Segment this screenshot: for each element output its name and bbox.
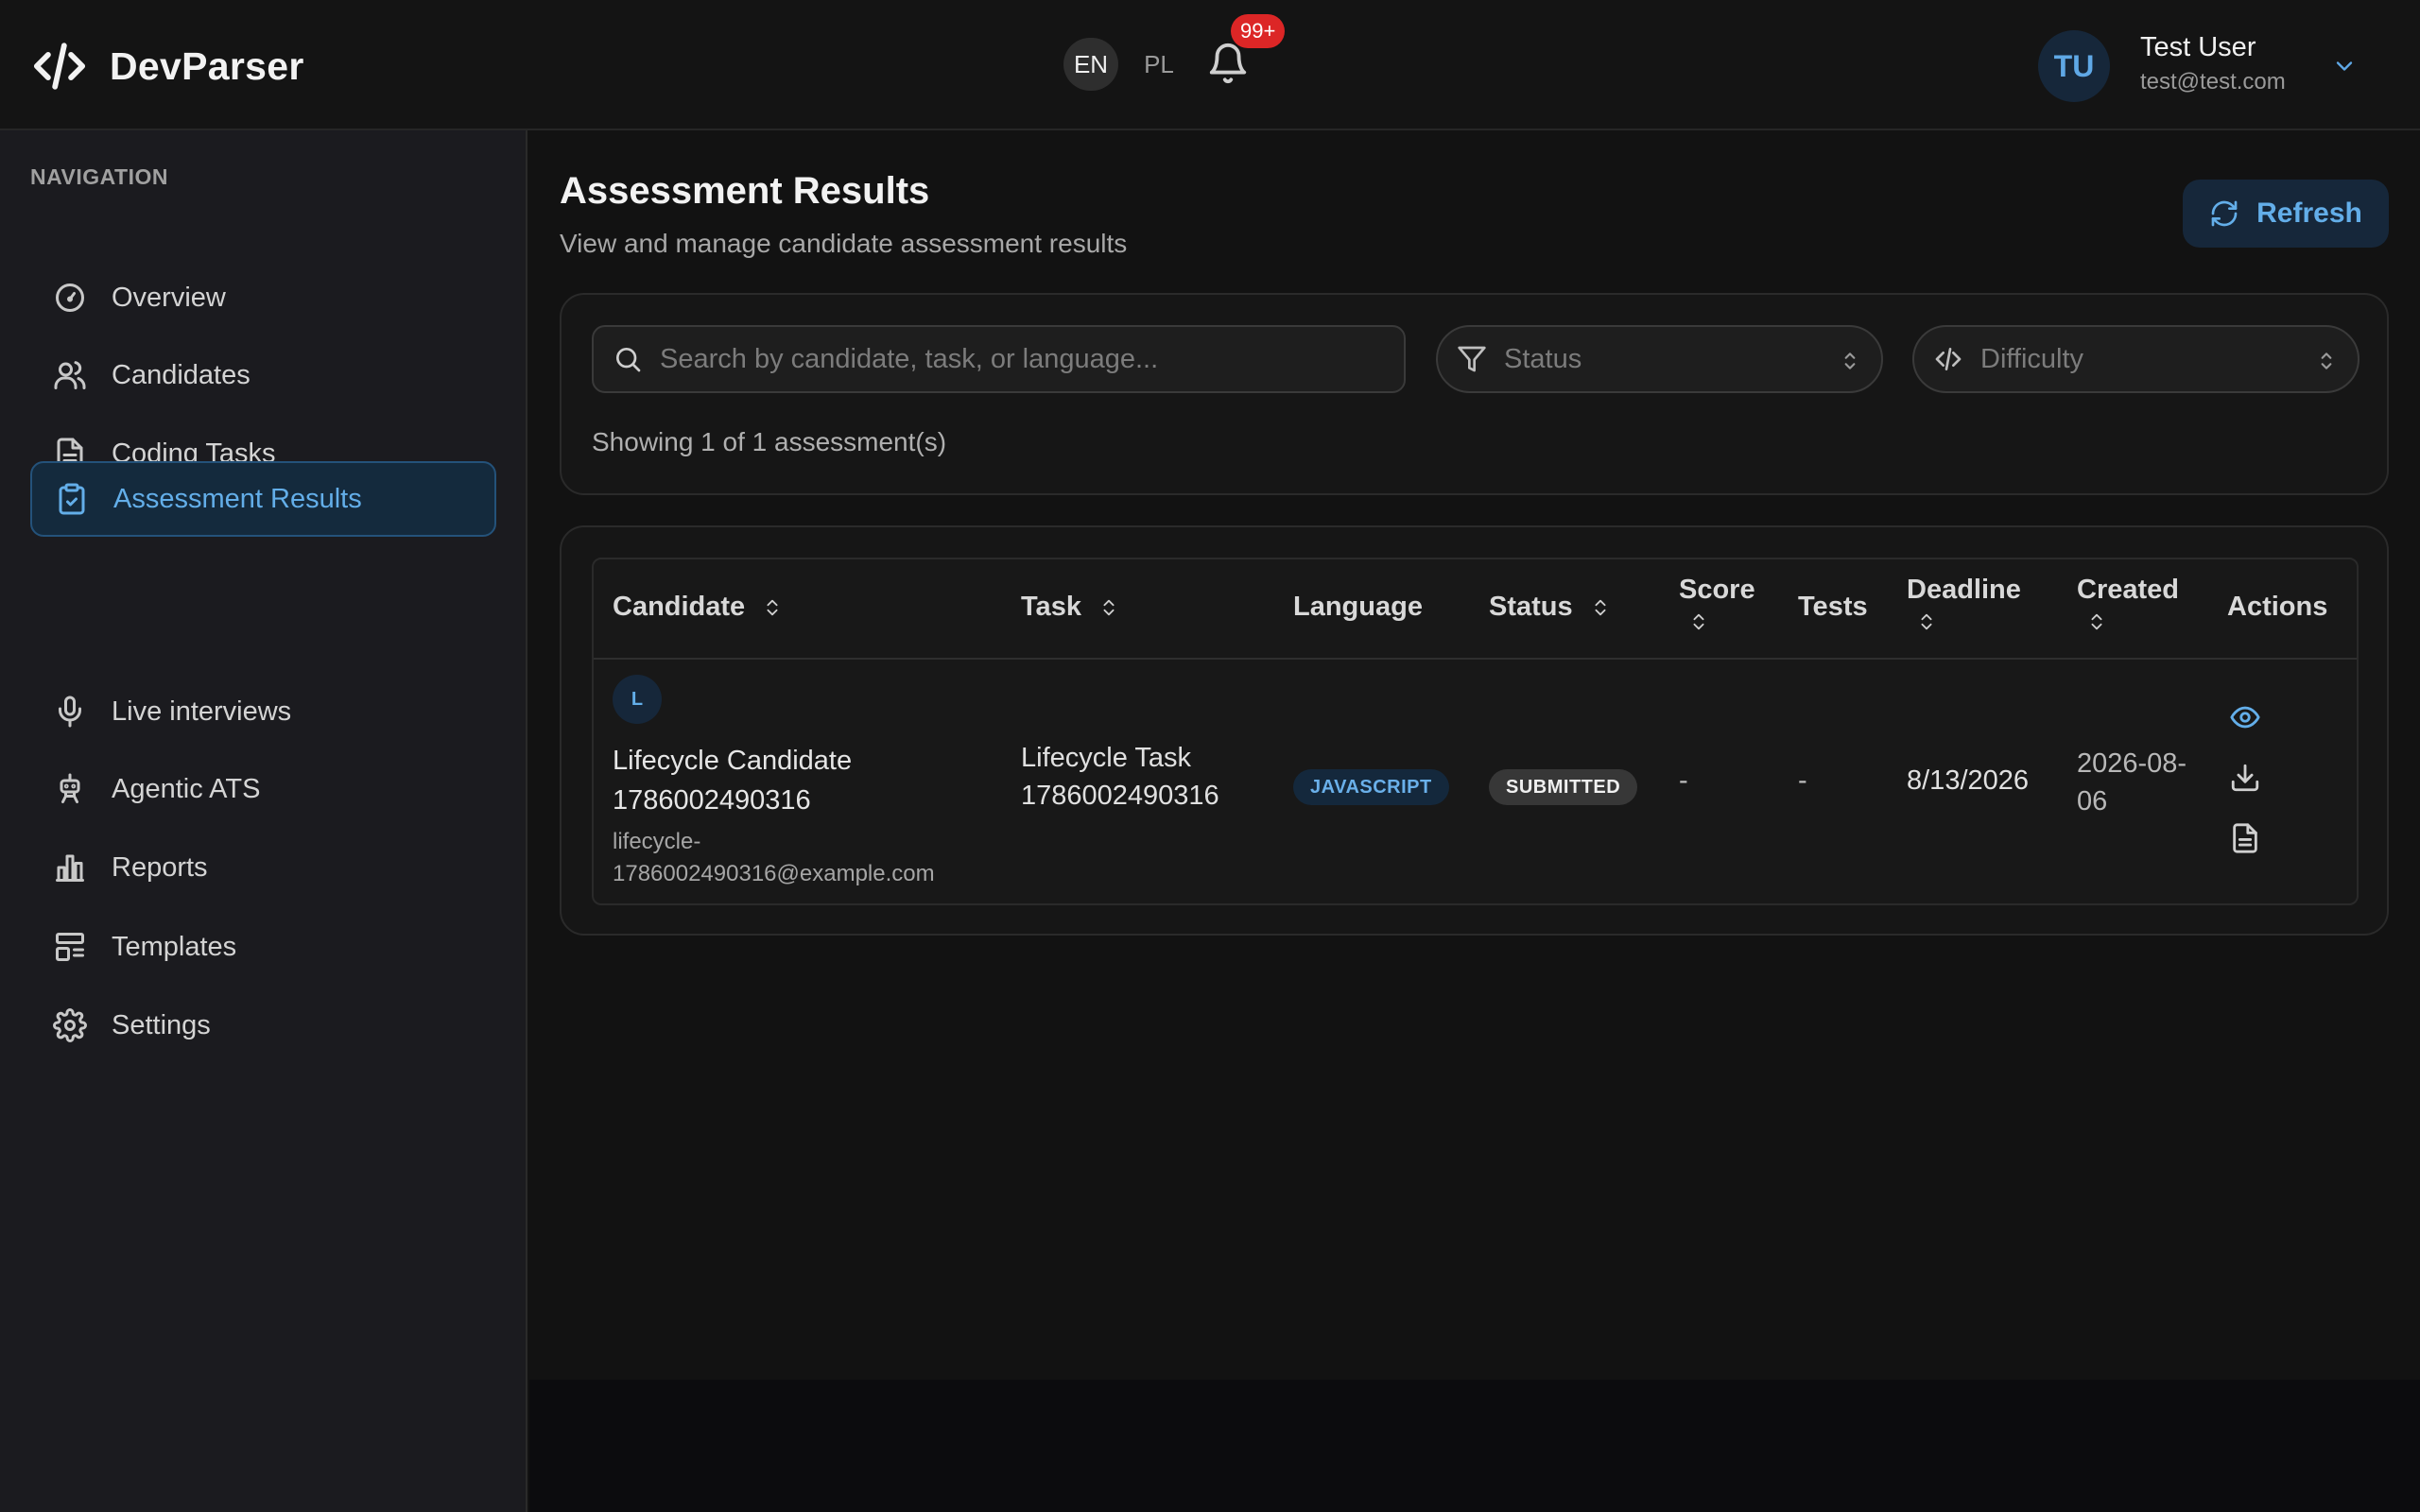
created-value: 2026-08-06 [2077, 748, 2187, 816]
sidebar: NAVIGATION Overview Candidates Coding Ta… [0, 130, 527, 1512]
footer-band [529, 1380, 2420, 1512]
language-en-button[interactable]: EN [1063, 38, 1118, 91]
tests-value: - [1798, 765, 1807, 796]
bar-chart-icon [56, 854, 84, 882]
column-deadline[interactable]: Deadline [1907, 575, 2021, 634]
column-label: Task [1021, 592, 1081, 622]
candidate-name: Lifecycle Candidate 1786002490316 [613, 746, 853, 816]
column-label: Candidate [613, 592, 746, 622]
sidebar-item-candidates[interactable]: Candidates [30, 337, 496, 413]
status-select-value: Status [1504, 343, 1582, 374]
column-label: Actions [2227, 592, 2328, 622]
table-row: L Lifecycle Candidate 1786002490316 life… [594, 660, 2357, 903]
candidate-email: lifecycle-1786002490316@example.com [613, 829, 935, 886]
task-name: Lifecycle Task 1786002490316 [1021, 743, 1219, 811]
column-created[interactable]: Created [2077, 575, 2179, 634]
difficulty-select-value: Difficulty [1980, 343, 2084, 374]
page-title: Assessment Results [560, 170, 930, 212]
column-task[interactable]: Task [1021, 592, 1119, 623]
brand[interactable]: DevParser [32, 39, 304, 94]
robot-icon [60, 773, 80, 803]
user-avatar[interactable]: TU [2038, 30, 2110, 102]
file-text-icon[interactable] [2229, 822, 2261, 854]
column-candidate[interactable]: Candidate [613, 592, 783, 623]
search-field[interactable] [592, 325, 1406, 393]
microphone-icon [59, 696, 81, 728]
column-label: Created [2077, 575, 2179, 605]
gear-icon [53, 1008, 87, 1042]
candidate-avatar: L [613, 675, 662, 724]
sort-icon [767, 599, 778, 615]
language-switcher: EN PL [1063, 38, 1186, 91]
deadline-value: 8/13/2026 [1907, 765, 2030, 796]
refresh-label: Refresh [2256, 198, 2362, 229]
chevron-down-icon[interactable] [2331, 53, 2358, 79]
sidebar-item-overview[interactable]: Overview [30, 260, 496, 335]
results-count: Showing 1 of 1 assessment(s) [592, 427, 947, 456]
nav-heading: NAVIGATION [30, 164, 168, 189]
clipboard-check-icon [59, 483, 85, 515]
sidebar-item-label: Settings [112, 1009, 211, 1040]
gauge-icon [56, 284, 84, 312]
sidebar-item-assessment-results[interactable]: Assessment Results [30, 461, 496, 537]
sort-icon [1595, 599, 1606, 615]
language-pl-button[interactable]: PL [1132, 38, 1186, 91]
sidebar-item-label: Candidates [112, 359, 251, 390]
chevrons-up-down-icon [2321, 352, 2332, 369]
score-value: - [1679, 765, 1688, 796]
column-label: Deadline [1907, 575, 2021, 605]
sidebar-item-label: Templates [112, 931, 237, 962]
filter-icon [1458, 346, 1486, 372]
chevrons-up-down-icon [1844, 352, 1856, 369]
column-tests: Tests [1798, 592, 1868, 623]
top-header: DevParser EN PL 99+ TU Test User test@te… [0, 0, 2420, 130]
eye-icon[interactable] [2229, 701, 2261, 733]
sidebar-item-label: Overview [112, 282, 226, 313]
search-input[interactable] [660, 343, 1397, 375]
column-actions: Actions [2227, 592, 2327, 623]
column-label: Language [1293, 592, 1423, 622]
sidebar-item-label: Live interviews [112, 696, 292, 727]
difficulty-select[interactable]: Difficulty [1912, 325, 2360, 393]
sidebar-item-label: Reports [112, 851, 208, 883]
language-badge: JAVASCRIPT [1293, 769, 1449, 805]
column-language: Language [1293, 592, 1423, 623]
column-status[interactable]: Status [1489, 592, 1611, 623]
user-name[interactable]: Test User [2140, 32, 2256, 63]
sidebar-item-templates[interactable]: Templates [30, 909, 496, 985]
sidebar-item-live-interviews[interactable]: Live interviews [30, 674, 496, 749]
page-subtitle: View and manage candidate assessment res… [560, 229, 1128, 258]
layout-template-icon [56, 933, 84, 961]
refresh-button[interactable]: Refresh [2183, 180, 2389, 248]
user-email: test@test.com [2140, 69, 2286, 94]
sidebar-item-label: Assessment Results [113, 483, 362, 514]
sidebar-item-agentic-ats[interactable]: Agentic ATS [30, 751, 496, 827]
column-label: Score [1679, 575, 1755, 605]
sort-icon [1921, 613, 1932, 630]
results-card: Candidate Task Language Status Score Tes… [560, 525, 2389, 936]
table-header: Candidate Task Language Status Score Tes… [594, 559, 2357, 660]
download-icon[interactable] [2229, 762, 2261, 794]
search-icon [616, 348, 641, 372]
sort-icon [1693, 613, 1704, 630]
code-logo-icon [33, 43, 86, 90]
column-label: Tests [1798, 592, 1868, 622]
code-icon [1935, 348, 1962, 370]
bell-icon[interactable] [1206, 42, 1250, 85]
filter-card: Status Difficulty Showing 1 of 1 assessm… [560, 293, 2389, 495]
column-score[interactable]: Score [1679, 575, 1755, 634]
refresh-icon [2211, 200, 2238, 227]
sidebar-item-reports[interactable]: Reports [30, 830, 496, 905]
notification-badge: 99+ [1231, 14, 1286, 48]
status-badge: SUBMITTED [1489, 769, 1638, 805]
sort-icon [1103, 599, 1115, 615]
results-table: Candidate Task Language Status Score Tes… [592, 558, 2359, 905]
status-select[interactable]: Status [1436, 325, 1883, 393]
sidebar-item-settings[interactable]: Settings [30, 988, 496, 1063]
app-name: DevParser [110, 43, 304, 88]
column-label: Status [1489, 592, 1573, 622]
users-icon [54, 361, 86, 389]
sidebar-item-label: Agentic ATS [112, 773, 261, 804]
sort-icon [2091, 613, 2102, 630]
